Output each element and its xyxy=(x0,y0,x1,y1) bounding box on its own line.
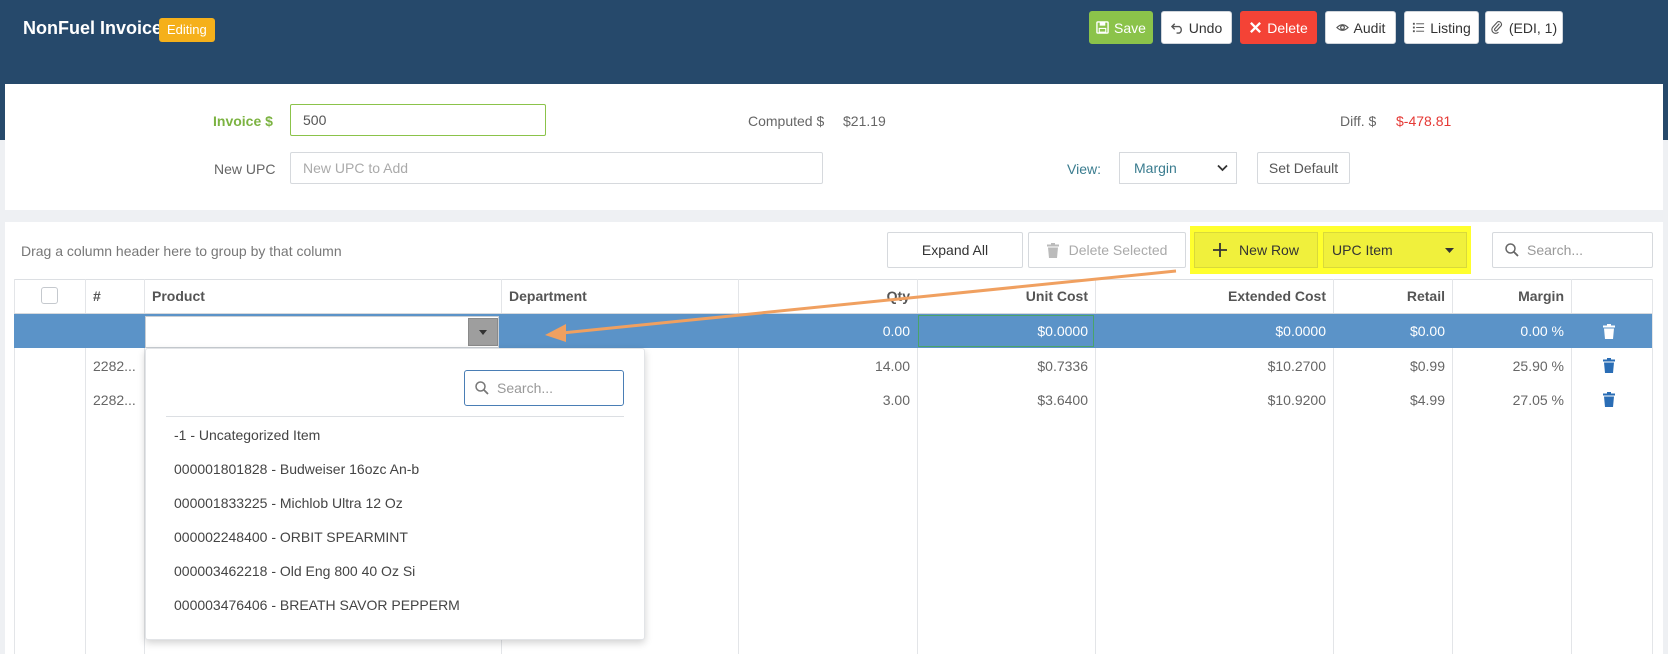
unit-cost-cell[interactable]: $0.7336 xyxy=(917,358,1088,374)
extended-cost-cell[interactable]: $0.0000 xyxy=(1095,323,1326,339)
invoice-amount-value: 500 xyxy=(303,112,327,128)
attachments-label: (EDI, 1) xyxy=(1508,19,1558,36)
trash-icon[interactable] xyxy=(1603,324,1615,339)
product-dropdown-toggle[interactable] xyxy=(468,318,498,346)
caret-down-icon xyxy=(479,329,487,335)
status-badge: Editing xyxy=(159,18,215,42)
delete-selected-button[interactable]: Delete Selected xyxy=(1028,232,1186,268)
retail-cell[interactable]: $0.99 xyxy=(1333,358,1445,374)
row-type-select[interactable]: UPC Item xyxy=(1323,232,1467,268)
trash-icon[interactable] xyxy=(1603,392,1615,407)
list-item[interactable]: 000001801828 - Budweiser 16ozc An-b xyxy=(174,461,419,477)
delete-label: Delete xyxy=(1267,19,1308,36)
invoice-summary-panel xyxy=(5,84,1663,210)
caret-down-icon xyxy=(1445,247,1454,253)
list-item[interactable]: 000003462218 - Old Eng 800 40 Oz Si xyxy=(174,563,415,579)
list-item[interactable]: 000002248400 - ORBIT SPEARMINT xyxy=(174,529,408,545)
new-row-label: New Row xyxy=(1239,242,1299,258)
page-title: NonFuel Invoice xyxy=(23,18,163,38)
delete-selected-label: Delete Selected xyxy=(1068,242,1168,258)
new-upc-label: New UPC xyxy=(214,161,276,177)
grid-search-input[interactable]: Search... xyxy=(1492,232,1653,268)
eye-icon xyxy=(1335,24,1349,31)
column-header-product[interactable]: Product xyxy=(152,288,205,304)
margin-cell[interactable]: 0.00 % xyxy=(1452,323,1564,339)
listing-button[interactable]: Listing xyxy=(1404,11,1479,44)
product-search-placeholder: Search... xyxy=(497,380,554,396)
product-search-input[interactable]: Search... xyxy=(464,370,624,406)
unit-cost-cell[interactable]: $3.6400 xyxy=(917,392,1088,408)
unit-cost-cell[interactable]: $0.0000 xyxy=(917,323,1088,339)
expand-all-button[interactable]: Expand All xyxy=(887,232,1023,268)
list-item[interactable]: -1 - Uncategorized Item xyxy=(174,427,320,443)
column-header-num[interactable]: # xyxy=(93,288,101,304)
column-header-qty[interactable]: Qty xyxy=(738,288,910,304)
grid-col-divider xyxy=(1652,279,1653,654)
search-icon xyxy=(1505,243,1519,257)
list-item[interactable]: 000003476406 - BREATH SAVOR PEPPERM xyxy=(174,597,460,613)
chevron-down-icon xyxy=(1217,164,1228,172)
audit-button[interactable]: Audit xyxy=(1325,11,1396,44)
margin-cell[interactable]: 27.05 % xyxy=(1452,392,1564,408)
save-icon xyxy=(1096,21,1109,34)
listing-label: Listing xyxy=(1430,19,1471,36)
new-upc-input[interactable]: New UPC to Add xyxy=(290,152,823,184)
retail-cell[interactable]: $0.00 xyxy=(1333,323,1445,339)
column-header-department[interactable]: Department xyxy=(509,288,587,304)
trash-icon xyxy=(1046,242,1059,258)
list-icon xyxy=(1413,22,1425,33)
view-select[interactable]: Margin xyxy=(1119,152,1237,184)
undo-icon xyxy=(1170,23,1182,34)
product-combobox[interactable] xyxy=(145,316,499,348)
column-header-extended-cost[interactable]: Extended Cost xyxy=(1095,288,1326,304)
select-all-checkbox[interactable] xyxy=(41,287,58,304)
close-icon xyxy=(1250,22,1262,33)
column-header-margin[interactable]: Margin xyxy=(1452,288,1564,304)
new-upc-placeholder: New UPC to Add xyxy=(303,160,409,176)
new-row-button[interactable]: New Row xyxy=(1194,232,1318,268)
delete-button[interactable]: Delete xyxy=(1240,11,1317,44)
margin-cell[interactable]: 25.90 % xyxy=(1452,358,1564,374)
invoice-amount-input[interactable]: 500 xyxy=(290,104,546,136)
grid-search-placeholder: Search... xyxy=(1527,242,1584,258)
extended-cost-cell[interactable]: $10.9200 xyxy=(1095,392,1326,408)
qty-cell[interactable]: 0.00 xyxy=(738,323,910,339)
row-number-cell[interactable]: 2282... xyxy=(93,392,136,408)
plus-icon xyxy=(1213,243,1228,257)
audit-label: Audit xyxy=(1353,19,1386,36)
view-selected-value: Margin xyxy=(1134,160,1177,176)
diff-amount-value: $-478.81 xyxy=(1396,113,1452,129)
trash-icon[interactable] xyxy=(1603,358,1615,373)
save-label: Save xyxy=(1114,19,1146,36)
retail-cell[interactable]: $4.99 xyxy=(1333,392,1445,408)
undo-label: Undo xyxy=(1188,19,1223,36)
dropdown-divider xyxy=(166,416,624,417)
column-header-retail[interactable]: Retail xyxy=(1333,288,1445,304)
qty-cell[interactable]: 14.00 xyxy=(738,358,910,374)
row-type-value: UPC Item xyxy=(1332,242,1393,258)
product-dropdown-panel: Search... -1 - Uncategorized Item 000001… xyxy=(145,348,645,640)
view-label: View: xyxy=(1067,161,1101,177)
computed-amount-value: $21.19 xyxy=(843,113,886,129)
qty-cell[interactable]: 3.00 xyxy=(738,392,910,408)
search-icon xyxy=(475,381,489,395)
row-number-cell[interactable]: 2282... xyxy=(93,358,136,374)
group-by-hint: Drag a column header here to group by th… xyxy=(21,243,342,259)
list-item[interactable]: 000001833225 - Michlob Ultra 12 Oz xyxy=(174,495,403,511)
save-button[interactable]: Save xyxy=(1089,11,1153,44)
set-default-button[interactable]: Set Default xyxy=(1257,152,1350,184)
column-header-unit-cost[interactable]: Unit Cost xyxy=(917,288,1088,304)
undo-button[interactable]: Undo xyxy=(1161,11,1232,44)
extended-cost-cell[interactable]: $10.2700 xyxy=(1095,358,1326,374)
computed-amount-label: Computed $ xyxy=(748,113,825,129)
invoice-amount-label: Invoice $ xyxy=(213,113,273,129)
paperclip-icon xyxy=(1491,21,1502,34)
attachments-button[interactable]: (EDI, 1) xyxy=(1485,11,1563,44)
diff-amount-label: Diff. $ xyxy=(1340,113,1377,129)
